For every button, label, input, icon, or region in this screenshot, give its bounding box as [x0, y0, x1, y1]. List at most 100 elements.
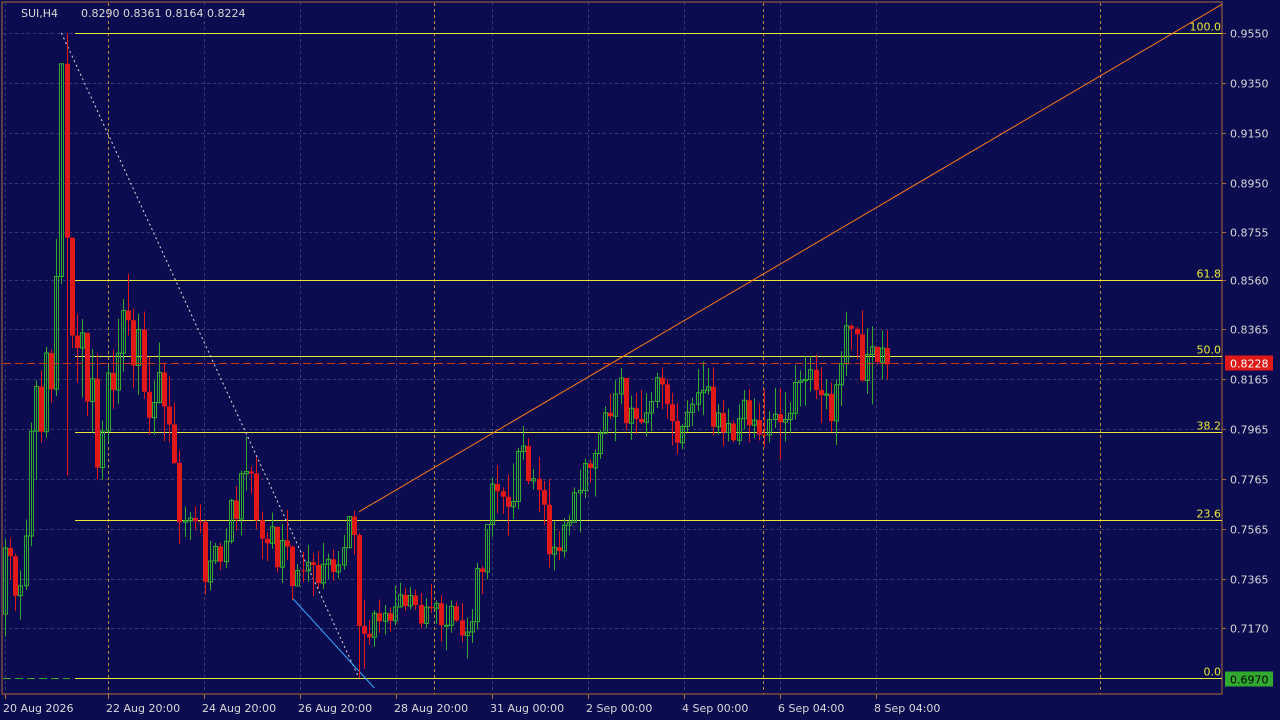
- candle-body-bear: [234, 500, 239, 519]
- candle-body-bear: [634, 408, 639, 419]
- x-tick-label: 24 Aug 20:00: [202, 702, 276, 715]
- candle-body-bear: [875, 346, 880, 363]
- candle-body-bear: [608, 412, 613, 417]
- candle-body-bear: [495, 484, 500, 492]
- fib-level-label: 38.2: [1197, 420, 1222, 433]
- candle-body-bear: [665, 384, 670, 405]
- y-tick-label: 0.8560: [1230, 275, 1269, 288]
- candle-body-bear: [670, 404, 675, 421]
- candle-body-bear: [588, 463, 593, 468]
- y-tick-label: 0.9350: [1230, 78, 1269, 91]
- candle-body-bear: [778, 414, 783, 423]
- y-tick-label: 0.8950: [1230, 178, 1269, 191]
- candle-body-bear: [885, 348, 890, 365]
- candle-body-bear: [39, 386, 44, 432]
- candle-body-bear: [721, 413, 726, 433]
- y-tick-label: 0.7765: [1230, 474, 1269, 487]
- y-tick-label: 0.7170: [1230, 623, 1269, 636]
- x-tick-label: 28 Aug 20:00: [394, 702, 468, 715]
- candle-body-bear: [829, 394, 834, 421]
- candle-body-bear: [731, 423, 736, 441]
- candle-body-bear: [547, 504, 552, 555]
- candle-body-bear: [501, 491, 506, 497]
- candle-body-bear: [860, 334, 865, 381]
- symbol-label: SUI,H4: [21, 7, 58, 20]
- candle-body-bear: [218, 546, 223, 562]
- candle-body-bear: [70, 237, 75, 336]
- candle-body-bear: [711, 386, 716, 427]
- candle-body-bear: [75, 335, 80, 348]
- candle-body-bear: [413, 595, 418, 605]
- candle-body-bear: [747, 400, 752, 426]
- candle-body-bear: [660, 377, 665, 385]
- candle-body-bear: [49, 353, 54, 390]
- candle-body-bear: [454, 606, 459, 621]
- x-tick-label: 31 Aug 00:00: [490, 702, 564, 715]
- candle-body-bear: [419, 605, 424, 624]
- candle-body-bear: [203, 522, 208, 582]
- x-tick-label: 22 Aug 20:00: [106, 702, 180, 715]
- fib-level-label: 61.8: [1197, 268, 1222, 281]
- x-tick-label: 8 Sep 04:00: [874, 702, 940, 715]
- candle-body-bear: [167, 406, 172, 425]
- y-tick-label: 0.8755: [1230, 227, 1269, 240]
- y-tick-label: 0.7965: [1230, 424, 1269, 437]
- y-tick-label: 0.8365: [1230, 324, 1269, 337]
- candle-body-bear: [388, 613, 393, 621]
- candle-body-bear: [506, 496, 511, 507]
- x-tick-label: 6 Sep 04:00: [778, 702, 844, 715]
- candle-body-bear: [85, 332, 90, 402]
- candle-body-bear: [147, 391, 152, 418]
- fib-level-label: 0.0: [1204, 666, 1222, 679]
- candle-body-bear: [855, 328, 860, 335]
- candle-body-bear: [542, 490, 547, 505]
- y-tick-label: 0.7565: [1230, 524, 1269, 537]
- chart-background: [0, 0, 1280, 720]
- candle-body-bear: [557, 547, 562, 551]
- candle-body-bear: [439, 603, 444, 626]
- candle-body-bear: [757, 420, 762, 435]
- candle-body-bear: [624, 378, 629, 424]
- ohlc-label: 0.8290 0.8361 0.8164 0.8224: [81, 7, 245, 20]
- candle-body-bear: [762, 434, 767, 436]
- candle-body-bear: [126, 310, 131, 321]
- candle-body-bear: [254, 473, 259, 521]
- x-tick-label: 4 Sep 00:00: [682, 702, 748, 715]
- candle-body-bear: [265, 538, 270, 544]
- price-chart[interactable]: 100.0 61.8 50.0 38.2 23.6 0.0 0.8228 0.6970 0.…: [0, 0, 1280, 720]
- candle-body-bear: [142, 329, 147, 392]
- candle-body-bear: [111, 373, 116, 390]
- candle-body-bear: [260, 520, 265, 539]
- candle-body-bear: [675, 421, 680, 443]
- candle-body-bear: [377, 613, 382, 622]
- candle-body-bear: [8, 548, 13, 557]
- current-price-tag-label: 0.8228: [1230, 358, 1269, 371]
- candle-body-bear: [290, 546, 295, 586]
- candle-body-bear: [367, 633, 372, 638]
- candle-body-bear: [301, 570, 306, 572]
- candle-body-bear: [193, 518, 198, 522]
- candle-body-bear: [249, 471, 254, 474]
- candle-body-bear: [526, 446, 531, 481]
- candle-body-bear: [849, 325, 854, 329]
- candle-body-bear: [177, 463, 182, 523]
- candle-body-bear: [639, 419, 644, 423]
- candle-body-bear: [95, 378, 100, 468]
- candle-body-bear: [13, 556, 18, 596]
- candle-body-bear: [65, 63, 70, 238]
- x-tick-label: 2 Sep 00:00: [586, 702, 652, 715]
- candle-body-bear: [331, 559, 336, 572]
- fib-level-label: 50.0: [1197, 344, 1222, 357]
- candle-body-bear: [131, 320, 136, 366]
- candle-body-bear: [819, 390, 824, 396]
- candle-body-bear: [316, 565, 321, 583]
- candle-body-bear: [460, 620, 465, 636]
- candle-body-bear: [357, 535, 362, 626]
- candle-body-bear: [480, 568, 485, 572]
- candle-body-bear: [275, 526, 280, 568]
- candle-body-bear: [814, 369, 819, 390]
- candle-body-bear: [429, 607, 434, 609]
- candle-body-bear: [198, 521, 203, 523]
- y-tick-label: 0.7365: [1230, 574, 1269, 587]
- candle-body-bear: [162, 372, 167, 407]
